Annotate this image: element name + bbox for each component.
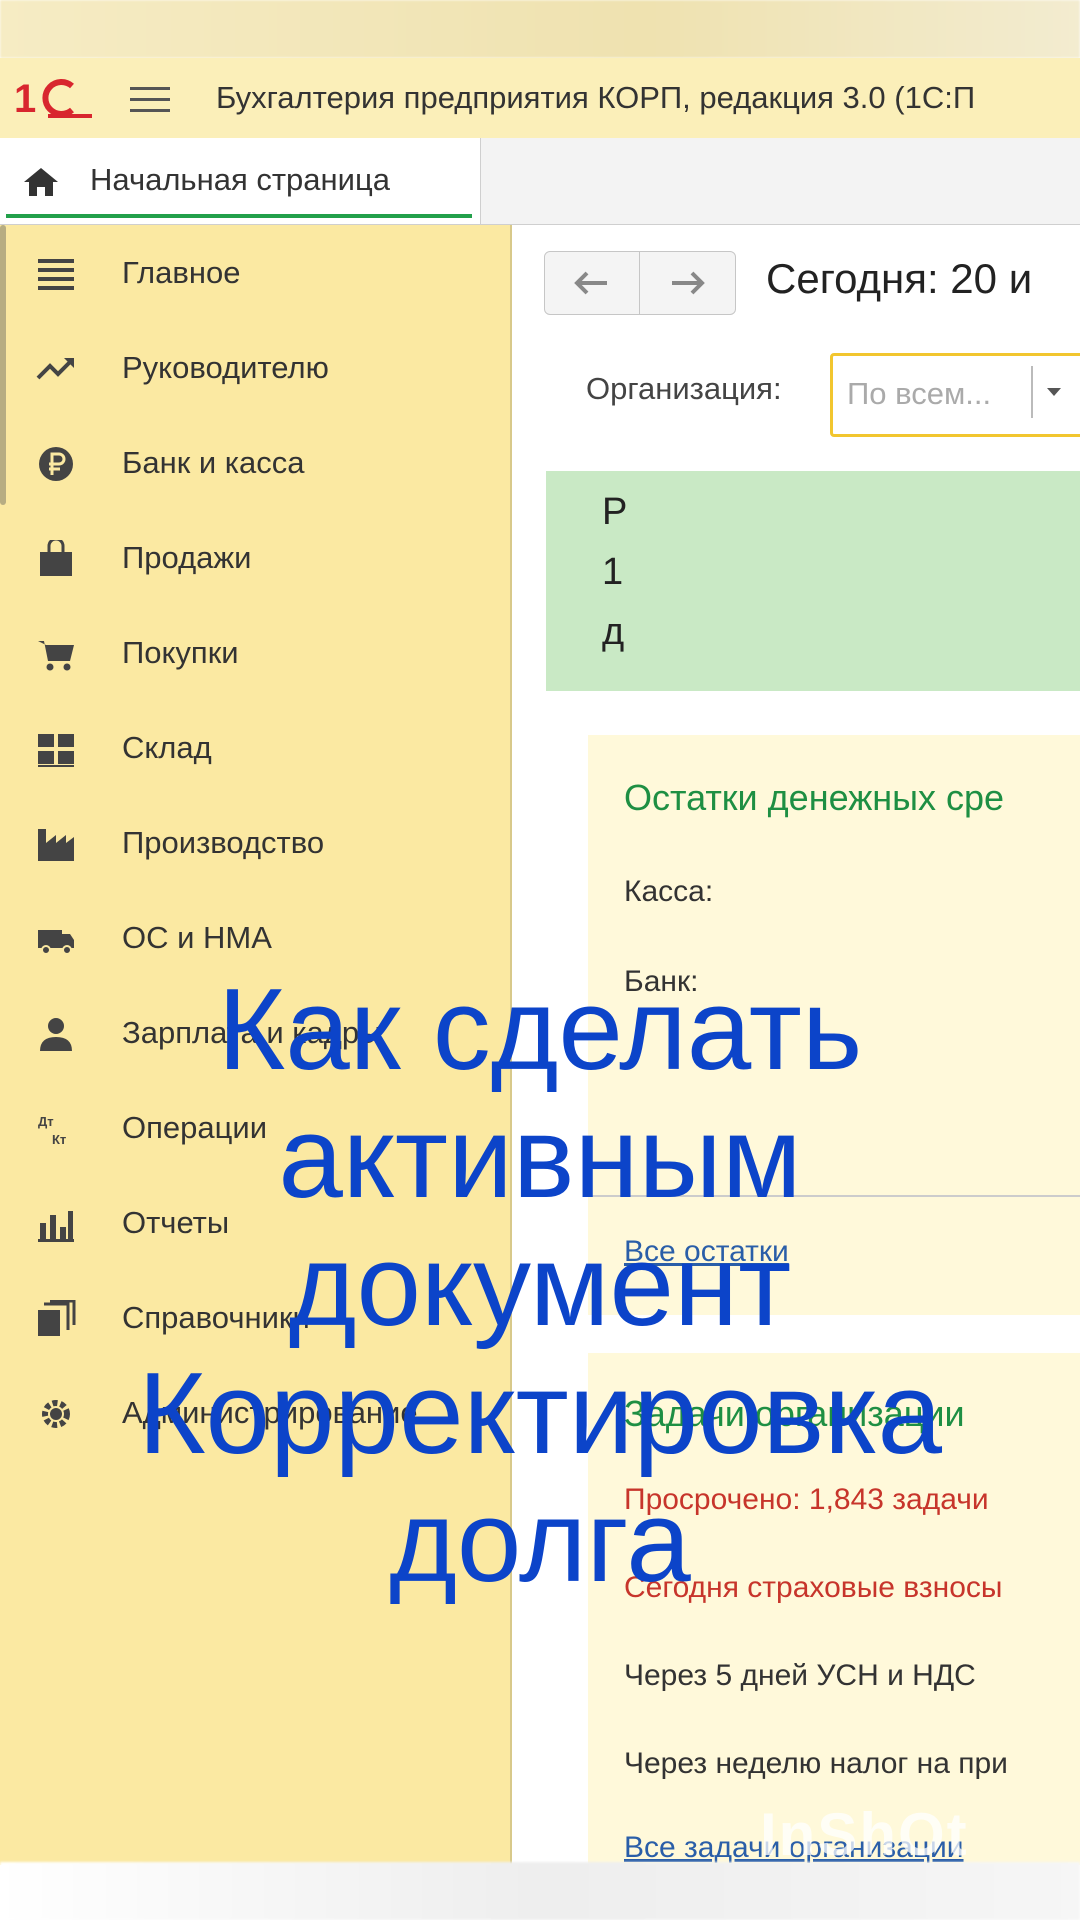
sidebar-item-purchases[interactable]: Покупки <box>0 613 510 693</box>
sidebar-item-payroll[interactable]: Зарплата и кадры <box>0 993 510 1073</box>
sidebar-item-fixed-assets[interactable]: ОС и НМА <box>0 898 510 978</box>
sidebar-item-operations[interactable]: Дт Кт Операции <box>0 1088 510 1168</box>
card-divider <box>588 1195 1080 1197</box>
sidebar-item-bank[interactable]: Банк и касса <box>0 423 510 503</box>
svg-text:Кт: Кт <box>52 1132 66 1147</box>
gear-icon <box>42 1400 70 1428</box>
forward-button[interactable] <box>640 252 734 314</box>
sidebar-item-label: Продажи <box>122 540 252 575</box>
person-icon <box>40 1018 72 1051</box>
cash-balances-title[interactable]: Остатки денежных сре <box>624 777 1004 819</box>
task-in-5-days[interactable]: Через 5 дней УСН и НДС <box>624 1659 976 1693</box>
cash-balances-card: Остатки денежных сре Касса: Банк: Все ос… <box>588 735 1080 1315</box>
chevron-down-icon[interactable] <box>1047 388 1061 396</box>
info-panel-line: 1 <box>602 551 624 593</box>
sidebar-item-reports[interactable]: Отчеты <box>0 1183 510 1263</box>
svg-text:1: 1 <box>14 77 36 120</box>
organization-tasks-card: Задачи организации Просрочено: 1,843 зад… <box>588 1353 1080 1865</box>
bar-chart-icon <box>38 1211 74 1242</box>
sidebar-item-production[interactable]: Производство <box>0 803 510 883</box>
app-watermark: InShOt <box>760 1801 969 1868</box>
shopping-bag-icon <box>40 540 72 576</box>
organization-placeholder: По всем... <box>847 376 992 411</box>
sidebar-item-label: Справочники <box>122 1300 310 1335</box>
tasks-title[interactable]: Задачи организации <box>624 1393 965 1435</box>
info-panel-line: Р <box>602 491 628 533</box>
warehouse-grid-icon <box>38 734 74 767</box>
svg-text:Дт: Дт <box>38 1114 54 1129</box>
back-button[interactable] <box>545 252 639 314</box>
history-nav <box>544 251 736 315</box>
sidebar-item-label: Администрирование <box>122 1395 418 1430</box>
cart-icon <box>38 641 74 671</box>
trend-chart-icon <box>36 358 74 380</box>
info-panel: Р 1 д <box>546 471 1080 691</box>
1c-logo-icon: 1 <box>14 77 92 120</box>
today-date-label: Сегодня: 20 и <box>766 255 1033 302</box>
sidebar-item-directories[interactable]: Справочники <box>0 1278 510 1358</box>
task-today[interactable]: Сегодня страховые взносы <box>624 1571 1002 1605</box>
sidebar-item-main[interactable]: Главное <box>0 233 510 313</box>
task-overdue[interactable]: Просрочено: 1,843 задачи <box>624 1483 989 1517</box>
home-icon <box>24 168 58 196</box>
truck-icon <box>38 930 74 955</box>
sidebar-item-label: Операции <box>122 1110 268 1145</box>
all-balances-link[interactable]: Все остатки <box>624 1235 789 1269</box>
sidebar-item-label: Покупки <box>122 635 239 670</box>
tab-home-page[interactable]: Начальная страница <box>0 138 481 224</box>
sidebar-item-label: Главное <box>122 255 241 290</box>
main-content: Сегодня: 20 и Организация: По всем... Р … <box>512 225 1080 1865</box>
sidebar-item-label: Банк и касса <box>122 445 305 480</box>
ruble-coin-icon <box>39 447 73 481</box>
factory-icon <box>38 829 74 861</box>
sidebar-item-label: Руководителю <box>122 350 329 385</box>
sidebar-item-label: Производство <box>122 825 325 860</box>
active-tab-underline <box>6 214 472 218</box>
organization-label: Организация: <box>586 371 782 406</box>
menu-list-icon <box>38 259 74 290</box>
sidebar-item-label: ОС и НМА <box>122 920 272 955</box>
sidebar-item-label: Склад <box>122 730 212 765</box>
app-titlebar: 1 Бухгалтерия предприятия КОРП, редакция… <box>0 58 1080 139</box>
top-blur-strip <box>0 0 1080 58</box>
bottom-blur-strip <box>0 1862 1080 1920</box>
sidebar-item-administration[interactable]: Администрирование <box>0 1373 510 1453</box>
cash-label: Касса: <box>624 875 714 908</box>
sidebar-item-sales[interactable]: Продажи <box>0 518 510 598</box>
arrow-left-icon <box>574 271 607 295</box>
sidebar: Главное Руководителю Банк и касса Продаж… <box>0 225 512 1865</box>
task-in-week[interactable]: Через неделю налог на при <box>624 1747 1008 1781</box>
sidebar-item-manager[interactable]: Руководителю <box>0 328 510 408</box>
sidebar-item-label: Отчеты <box>122 1205 230 1240</box>
bank-label: Банк: <box>624 965 699 998</box>
books-icon <box>38 1300 76 1336</box>
main-menu-icon[interactable] <box>130 85 170 115</box>
info-panel-line: д <box>602 611 625 653</box>
tab-home-label: Начальная страница <box>90 162 390 197</box>
arrow-right-icon <box>672 271 705 295</box>
tab-bar: Начальная страница <box>0 138 1080 225</box>
organization-select[interactable]: По всем... <box>830 353 1080 437</box>
sidebar-item-label: Зарплата и кадры <box>122 1015 382 1050</box>
debit-credit-icon: Дт Кт <box>38 1114 66 1147</box>
app-title: Бухгалтерия предприятия КОРП, редакция 3… <box>216 80 976 115</box>
sidebar-item-warehouse[interactable]: Склад <box>0 708 510 788</box>
